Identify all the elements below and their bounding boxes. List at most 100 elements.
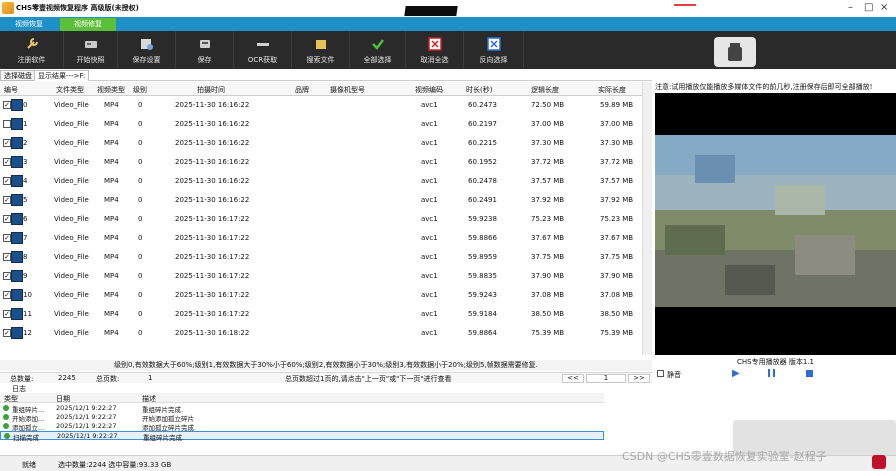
table-row[interactable]: ✓ 12 Video_File MP4 0 2025-11-30 16:18:22 avc1… [0, 324, 640, 343]
row-checkbox[interactable] [3, 120, 11, 128]
player-controls: 静音 ▶ [655, 368, 896, 381]
row-checkbox[interactable]: ✓ [3, 291, 11, 299]
tab-video-recovery[interactable]: 视频恢复 [2, 18, 56, 31]
usb-device-button[interactable] [714, 37, 756, 67]
log-col-desc[interactable]: 描述 [142, 394, 156, 404]
col-id[interactable]: 编号 [4, 85, 18, 95]
folder-search-icon [315, 40, 326, 49]
table-row[interactable]: ✓ 8 Video_File MP4 0 2025-11-30 16:17:22 avc1 5… [0, 248, 640, 267]
save-button[interactable]: 保存 [176, 31, 234, 69]
col-codec[interactable]: 视频编码 [415, 85, 443, 95]
select-all-button[interactable]: 全部选择 [350, 31, 406, 69]
cell-codec: avc1 [421, 139, 438, 147]
log-row[interactable]: 扫描完成 2025/12/1 9:22:27 重组碎片完成. [0, 431, 604, 442]
table-row[interactable]: ✓ 0 Video_File MP4 0 2025-11-30 16:16:22 avc1 6… [0, 96, 640, 115]
cell-filetype: Video_File [54, 253, 89, 261]
col-time[interactable]: 拍摄时间 [197, 85, 225, 95]
col-filetype[interactable]: 文件类型 [56, 85, 84, 95]
log-col-date[interactable]: 日期 [56, 394, 70, 404]
row-checkbox[interactable]: ✓ [3, 158, 11, 166]
close-icon[interactable]: × [880, 2, 888, 13]
minimize-icon[interactable]: – [848, 2, 853, 13]
stop-icon[interactable] [806, 370, 813, 377]
table-row[interactable]: ✓ 10 Video_File MP4 0 2025-11-30 16:17:22 avc1… [0, 286, 640, 305]
table-row[interactable]: ✓ 4 Video_File MP4 0 2025-11-30 16:16:22 avc1 6… [0, 172, 640, 191]
deselect-all-button[interactable]: 取消全选 [406, 31, 464, 69]
start-snapshot-button[interactable]: 开始快照 [64, 31, 118, 69]
cell-logical: 37.90 MB [531, 272, 565, 280]
row-checkbox[interactable]: ✓ [3, 177, 11, 185]
next-page-button[interactable]: >> [628, 374, 650, 383]
cell-level: 0 [138, 101, 143, 109]
col-duration[interactable]: 时长(秒) [466, 85, 492, 95]
x-box-icon [427, 37, 442, 51]
row-checkbox[interactable]: ✓ [3, 253, 11, 261]
table-row[interactable]: ✓ 11 Video_File MP4 0 2025-11-30 16:17:22 avc1… [0, 305, 640, 324]
cell-actual: 37.72 MB [600, 158, 634, 166]
cell-time: 2025-11-30 16:16:22 [175, 196, 250, 204]
col-level[interactable]: 级别 [133, 85, 147, 95]
cell-actual: 37.00 MB [600, 120, 634, 128]
prev-page-button[interactable]: << [562, 374, 584, 383]
invert-selection-button[interactable]: 反向选择 [464, 31, 524, 69]
search-files-button[interactable]: 搜索文件 [292, 31, 350, 69]
cell-actual: 59.89 MB [600, 101, 634, 109]
cell-duration: 59.9243 [468, 291, 497, 299]
log-date: 2025/12/1 9:22:27 [56, 404, 117, 412]
row-checkbox[interactable]: ✓ [3, 234, 11, 242]
col-actual[interactable]: 实际长度 [598, 85, 626, 95]
tab-show-results[interactable]: 显示结果--->F: [34, 70, 90, 81]
row-checkbox[interactable]: ✓ [3, 196, 11, 204]
video-thumbnail-icon [11, 270, 23, 282]
row-checkbox[interactable]: ✓ [3, 272, 11, 280]
video-thumbnail-icon [11, 194, 23, 206]
col-brand[interactable]: 品牌 [295, 85, 309, 95]
cell-codec: avc1 [421, 196, 438, 204]
tab-select-disk[interactable]: 选择磁盘 [0, 70, 36, 81]
cell-videotype: MP4 [104, 291, 119, 299]
cell-id: 2 [23, 139, 28, 147]
table-row[interactable]: ✓ 6 Video_File MP4 0 2025-11-30 16:17:22 avc1 5… [0, 210, 640, 229]
cell-filetype: Video_File [54, 215, 89, 223]
cell-filetype: Video_File [54, 120, 89, 128]
row-checkbox[interactable]: ✓ [3, 101, 11, 109]
mute-checkbox[interactable] [657, 370, 664, 377]
maximize-icon[interactable]: □ [864, 2, 873, 13]
log-col-type[interactable]: 类型 [4, 394, 18, 404]
col-videotype[interactable]: 视频类型 [97, 85, 125, 95]
cell-time: 2025-11-30 16:17:22 [175, 291, 250, 299]
video-thumbnail-icon [11, 118, 23, 130]
ocr-fetch-button[interactable]: OCR获取 [234, 31, 292, 69]
cell-logical: 37.57 MB [531, 177, 565, 185]
pause-icon[interactable] [768, 369, 775, 377]
table-row[interactable]: 1 Video_File MP4 0 2025-11-30 16:16:22 avc1 60… [0, 115, 640, 134]
cell-time: 2025-11-30 16:17:22 [175, 272, 250, 280]
table-row[interactable]: ✓ 9 Video_File MP4 0 2025-11-30 16:17:22 avc1 5… [0, 267, 640, 286]
log-row[interactable]: 重组碎片... 2025/12/1 9:22:27 重组碎片完成. [0, 404, 604, 414]
cell-logical: 37.72 MB [531, 158, 565, 166]
table-row[interactable]: ✓ 7 Video_File MP4 0 2025-11-30 16:17:22 avc1 5… [0, 229, 640, 248]
row-checkbox[interactable]: ✓ [3, 139, 11, 147]
col-logical[interactable]: 逻辑长度 [531, 85, 559, 95]
log-row[interactable]: 添加孤立... 2025/12/1 9:22:27 添加孤立碎片完成. [0, 422, 604, 432]
tab-video-repair[interactable]: 视频修复 [60, 18, 116, 31]
play-icon[interactable]: ▶ [732, 368, 740, 379]
cell-logical: 37.00 MB [531, 120, 565, 128]
cell-level: 0 [138, 120, 143, 128]
row-checkbox[interactable]: ✓ [3, 215, 11, 223]
mute-label: 静音 [667, 371, 681, 379]
table-row[interactable]: ✓ 2 Video_File MP4 0 2025-11-30 16:16:22 avc1 6… [0, 134, 640, 153]
cell-codec: avc1 [421, 234, 438, 242]
page-input[interactable]: 1 [586, 374, 626, 383]
row-checkbox[interactable]: ✓ [3, 310, 11, 318]
table-scrollbar[interactable] [642, 82, 652, 355]
table-row[interactable]: ✓ 5 Video_File MP4 0 2025-11-30 16:16:22 avc1 6… [0, 191, 640, 210]
table-row[interactable]: ✓ 3 Video_File MP4 0 2025-11-30 16:16:22 avc1 6… [0, 153, 640, 172]
save-settings-button[interactable]: 保存设置 [118, 31, 176, 69]
register-software-button[interactable]: 注册软件 [0, 31, 64, 69]
row-checkbox[interactable]: ✓ [3, 329, 11, 337]
cell-duration: 59.8959 [468, 253, 497, 261]
col-model[interactable]: 摄像机型号 [330, 85, 365, 95]
cell-duration: 60.2478 [468, 177, 497, 185]
log-row[interactable]: 开始添加... 2025/12/1 9:22:27 开始添加孤立碎片 [0, 413, 604, 423]
